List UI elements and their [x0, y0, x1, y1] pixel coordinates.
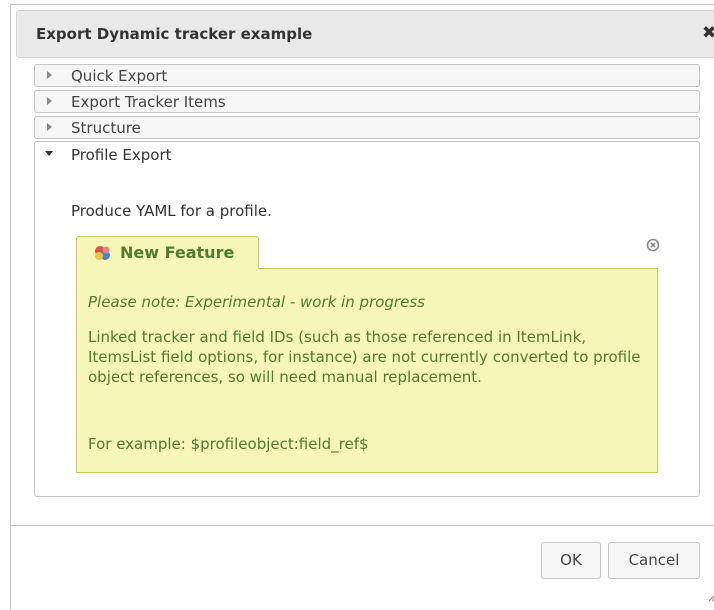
chevron-right-icon — [47, 97, 52, 105]
new-feature-tab: New Feature — [76, 236, 259, 269]
export-dialog: Export Dynamic tracker example ✖ Quick E… — [10, 4, 714, 610]
accordion-header-structure[interactable]: Structure — [34, 116, 700, 139]
dialog-titlebar[interactable]: Export Dynamic tracker example ✖ — [16, 10, 714, 58]
accordion-label: Export Tracker Items — [71, 93, 226, 111]
new-feature-title: New Feature — [120, 243, 235, 262]
close-icon[interactable]: ✖ — [702, 23, 714, 43]
profile-export-description: Produce YAML for a profile. — [71, 202, 272, 220]
resize-handle-icon[interactable] — [708, 594, 714, 602]
notice-body: Linked tracker and field IDs (such as th… — [88, 328, 641, 386]
notice-example: For example: $profileobject:field_ref$ — [88, 435, 369, 453]
chevron-down-icon — [45, 151, 53, 156]
accordion-label: Profile Export — [71, 146, 172, 164]
accordion-label: Structure — [71, 119, 141, 137]
accordion-header-export-tracker-items[interactable]: Export Tracker Items — [34, 90, 700, 113]
notice-experimental-note: Please note: Experimental - work in prog… — [88, 293, 425, 311]
button-pane-divider — [11, 525, 714, 526]
accordion-label: Quick Export — [71, 67, 168, 85]
accordion-header-quick-export[interactable]: Quick Export — [34, 64, 700, 87]
new-feature-icon — [95, 246, 110, 260]
ok-button[interactable]: OK — [541, 542, 601, 579]
dialog-title: Export Dynamic tracker example — [36, 25, 313, 43]
chevron-right-icon — [47, 71, 52, 79]
accordion-header-profile-export[interactable]: Profile Export — [35, 142, 699, 166]
chevron-right-icon — [47, 123, 52, 131]
close-circle-icon[interactable] — [646, 238, 660, 252]
new-feature-notice: Please note: Experimental - work in prog… — [76, 268, 658, 473]
accordion-panel-profile-export: Profile Export Produce YAML for a profil… — [34, 141, 700, 497]
cancel-button[interactable]: Cancel — [608, 542, 700, 579]
